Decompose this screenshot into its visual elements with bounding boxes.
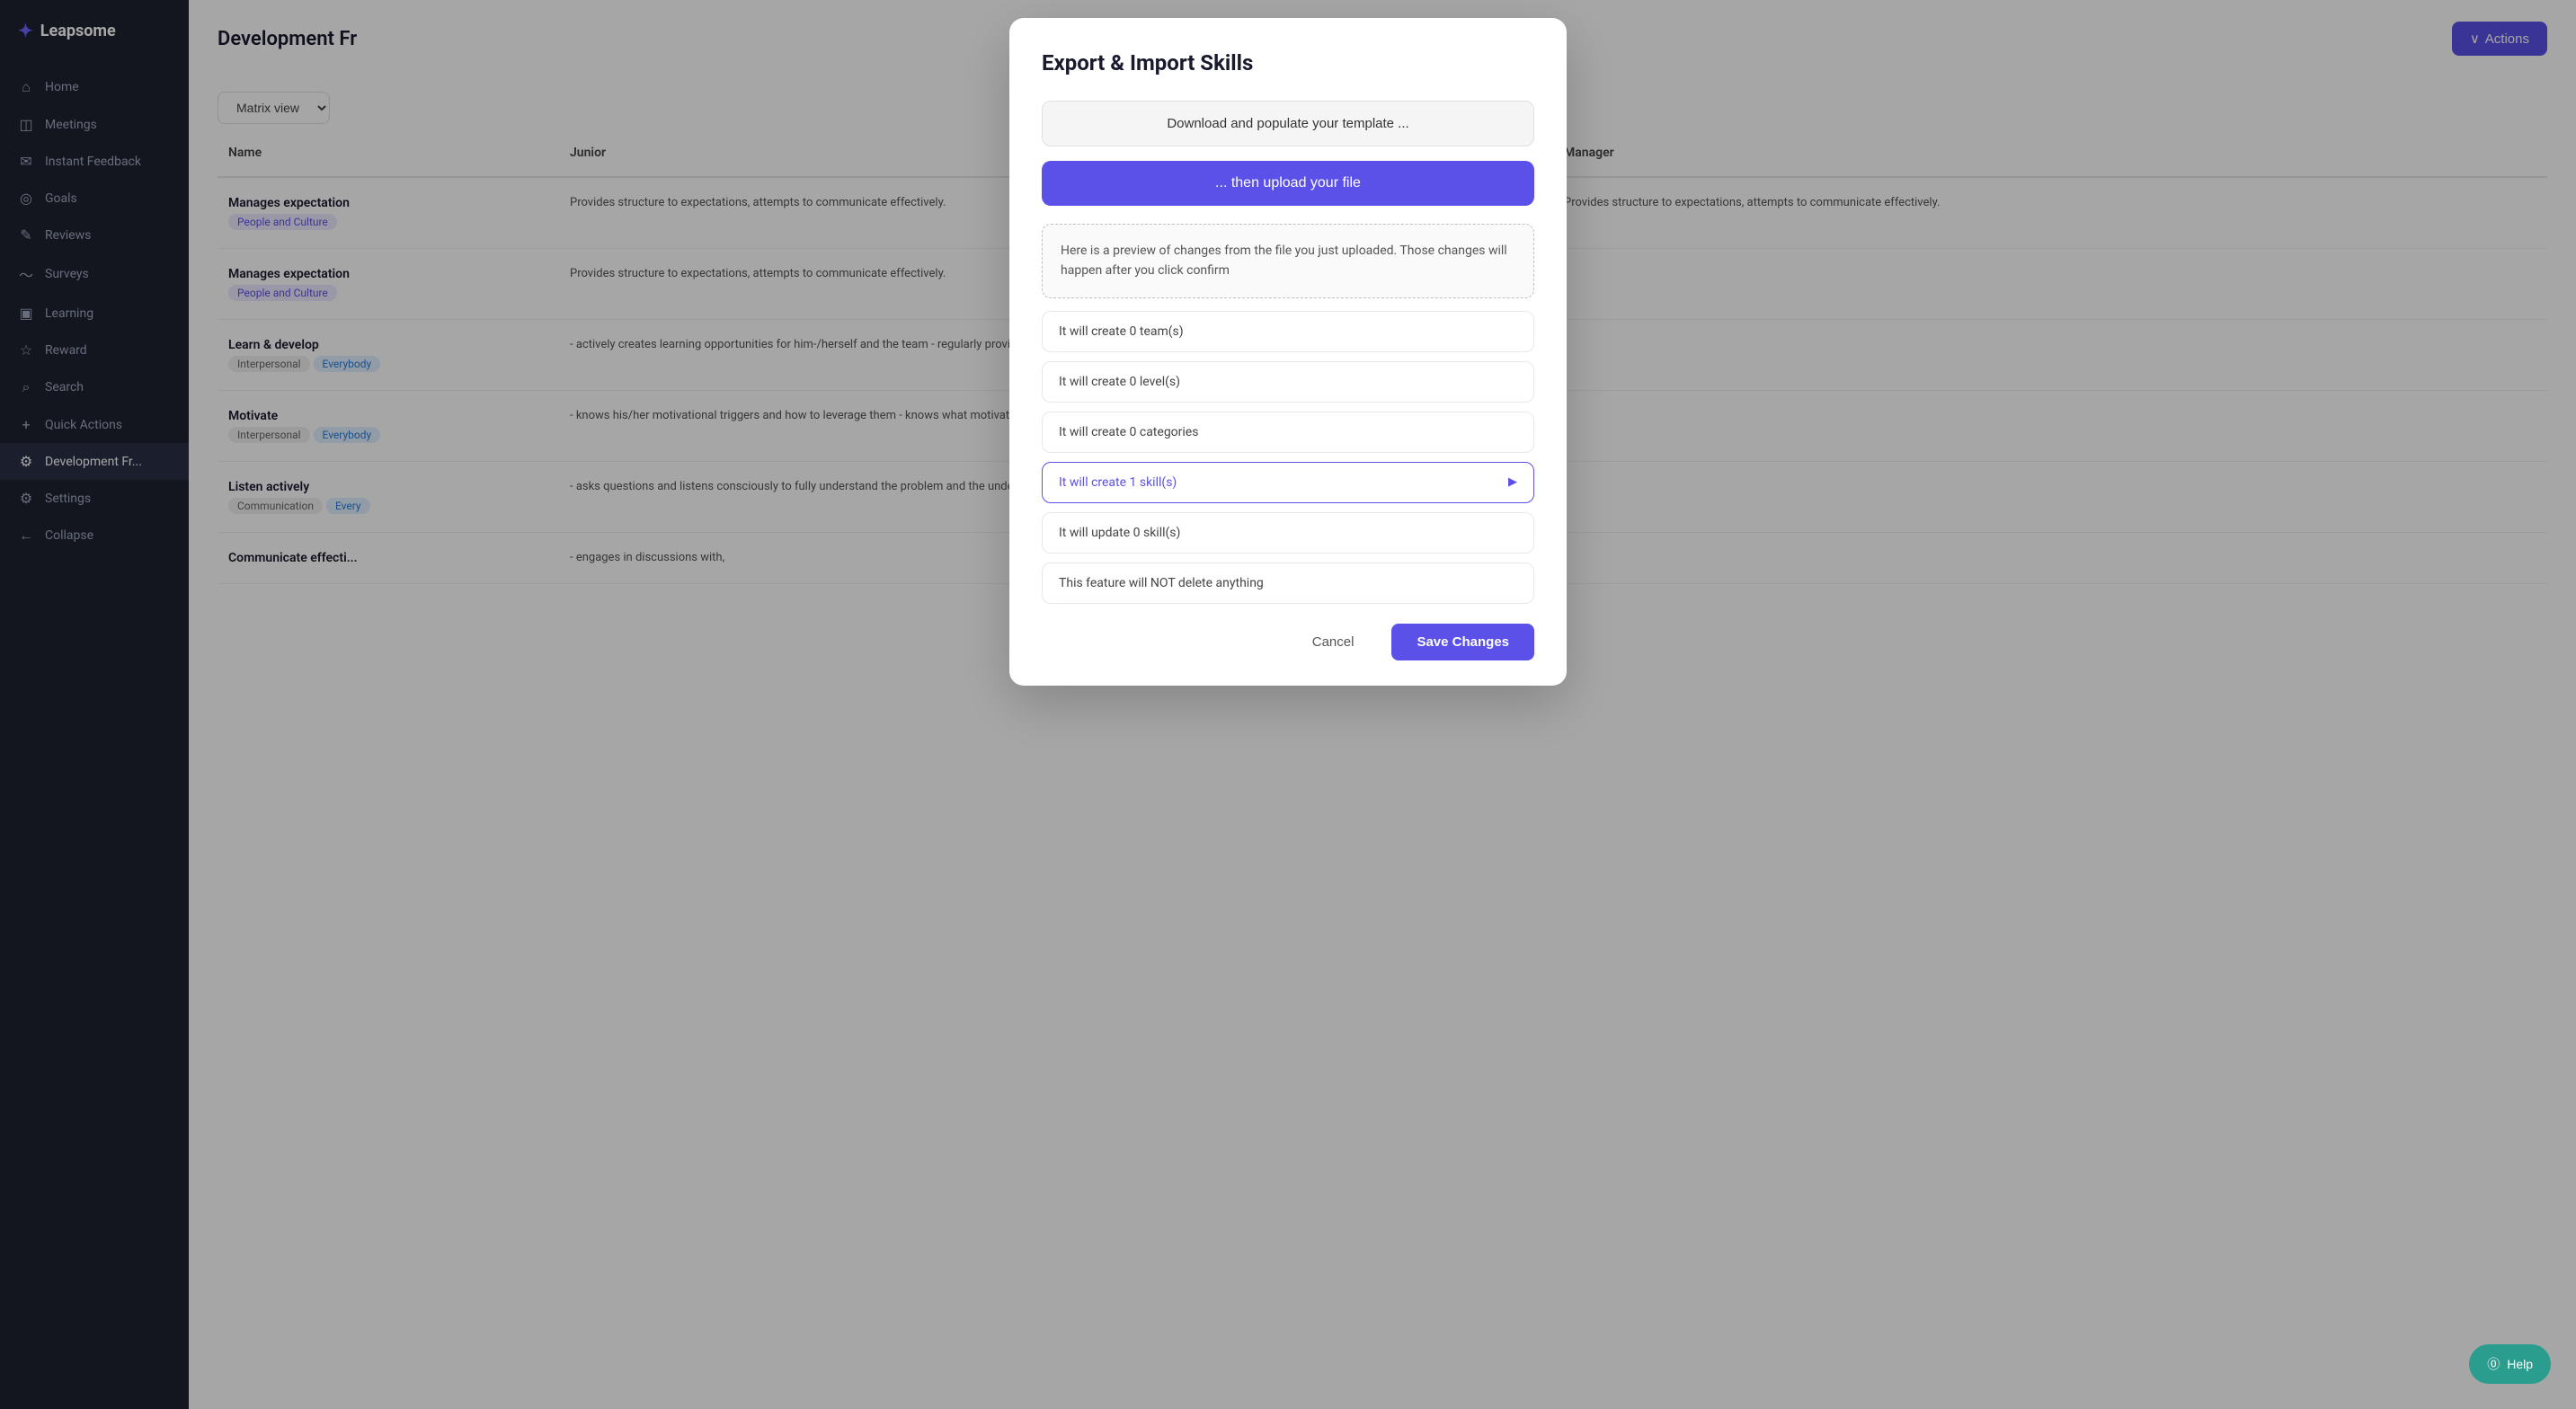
save-changes-button[interactable]: Save Changes [1391, 624, 1534, 660]
export-import-modal: Export & Import Skills Download and popu… [1009, 18, 1567, 686]
info-row-1: It will create 0 level(s) [1042, 361, 1534, 403]
help-label: Help [2507, 1357, 2533, 1371]
info-row-0: It will create 0 team(s) [1042, 311, 1534, 352]
info-row-5: This feature will NOT delete anything [1042, 563, 1534, 604]
info-row-text: It will create 0 categories [1059, 425, 1198, 439]
info-rows: It will create 0 team(s) It will create 0… [1042, 311, 1534, 604]
help-button[interactable]: ⓪ Help [2469, 1344, 2551, 1384]
expand-icon[interactable]: ▶ [1508, 475, 1517, 489]
info-row-text: It will create 0 team(s) [1059, 324, 1184, 339]
cancel-button[interactable]: Cancel [1287, 624, 1380, 660]
info-row-text: It will create 1 skill(s) [1059, 475, 1177, 490]
info-row-text: It will create 0 level(s) [1059, 375, 1180, 389]
preview-text: Here is a preview of changes from the fi… [1042, 224, 1534, 298]
info-row-2: It will create 0 categories [1042, 412, 1534, 453]
help-icon: ⓪ [2487, 1355, 2500, 1373]
info-row-3[interactable]: It will create 1 skill(s) ▶ [1042, 462, 1534, 503]
download-template-button[interactable]: Download and populate your template ... [1042, 101, 1534, 146]
modal-footer: Cancel Save Changes [1042, 624, 1534, 660]
info-row-4: It will update 0 skill(s) [1042, 512, 1534, 554]
info-row-text: It will update 0 skill(s) [1059, 526, 1180, 540]
modal-title: Export & Import Skills [1042, 50, 1534, 75]
modal-overlay: Export & Import Skills Download and popu… [0, 0, 2576, 1409]
info-row-text: This feature will NOT delete anything [1059, 576, 1264, 590]
upload-file-button[interactable]: ... then upload your file [1042, 161, 1534, 206]
